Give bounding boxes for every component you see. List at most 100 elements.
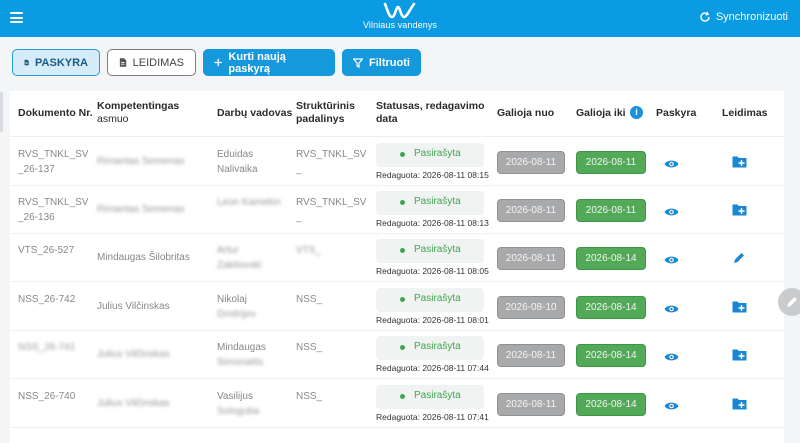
edit-leidimas-button[interactable]	[732, 251, 746, 270]
sync-button[interactable]: Synchronizuoti	[699, 11, 788, 23]
col-from[interactable]: Galioja nuo	[497, 107, 554, 120]
side-handle[interactable]	[0, 92, 3, 132]
status-dot	[400, 297, 405, 302]
col-paskyra: Paskyra	[656, 107, 697, 119]
document-icon	[119, 58, 127, 67]
col-unit[interactable]: Struktūrinis padalinys	[296, 100, 355, 126]
eye-icon	[664, 208, 679, 216]
add-leidimas-button[interactable]	[732, 348, 747, 366]
tab-paskyra-label: PASKYRA	[35, 56, 88, 69]
table-row[interactable]: NSS_26-741 Julius Vilčinskas Mindaugas Simo…	[10, 331, 784, 379]
edited-date: Redaguota: 2026-08-11 08:13	[376, 218, 489, 228]
manager-line1: Leon Kamekin	[217, 197, 281, 208]
valid-from-date: 2026-08-10	[497, 296, 565, 319]
doc-number: NSS_26-742	[18, 292, 75, 307]
col-person-line1: Kompetentingas	[97, 100, 180, 112]
unit-line1: NSS_	[296, 391, 323, 402]
manager-line2: Nalivaika	[217, 164, 258, 175]
logo-text: Vilniaus vandenys	[362, 20, 438, 30]
unit: NSS_	[296, 389, 322, 404]
table-row[interactable]: RVS_TNKL_SV _26-136 Rimantas Semenas Leon K…	[10, 186, 784, 234]
folder-add-icon	[732, 204, 747, 216]
manager-line1: Eduidas	[217, 149, 254, 160]
add-leidimas-button[interactable]	[732, 203, 747, 221]
add-leidimas-button[interactable]	[732, 155, 747, 173]
toolbar: PASKYRA LEIDIMAS Kurti naują paskyrą Fil…	[12, 49, 421, 76]
create-button-label: Kurti naują paskyrą	[228, 50, 286, 75]
competent-person: Rimantas Semenas	[97, 204, 185, 215]
eye-icon	[664, 305, 679, 313]
tab-leidimas[interactable]: LEIDIMAS	[107, 49, 196, 76]
status-dot	[400, 152, 405, 157]
manager-line1: Vasilijus	[217, 391, 253, 402]
view-paskyra-button[interactable]	[664, 156, 679, 174]
table-row[interactable]: VTS_26-527 Mindaugas Šilobritas Artur Zakit…	[10, 234, 784, 282]
col-to[interactable]: Galioja iki	[576, 107, 626, 120]
table-row[interactable]: NSS_26-742 Julius Vilčinskas Nikolaj Dmitri…	[10, 283, 784, 331]
view-paskyra-button[interactable]	[664, 204, 679, 222]
doc-number-line1: NSS_26-742	[18, 294, 76, 305]
eye-icon	[664, 256, 679, 264]
competent-person: Mindaugas Šilobritas	[97, 252, 190, 263]
info-icon[interactable]: i	[630, 106, 643, 119]
eye-icon	[664, 160, 679, 168]
status-text: Pasirašyta	[414, 293, 461, 304]
eye-icon	[664, 402, 679, 410]
unit-line2: _	[296, 212, 302, 223]
tab-leidimas-label: LEIDIMAS	[132, 56, 184, 69]
status-dot	[400, 394, 405, 399]
create-button[interactable]: Kurti naują paskyrą	[203, 49, 335, 76]
edited-date: Redaguota: 2026-08-11 08:01	[376, 315, 489, 325]
floating-edit-button[interactable]	[778, 288, 800, 316]
add-leidimas-button[interactable]	[732, 300, 747, 318]
doc-number-line1: RVS_TNKL_SV	[18, 149, 89, 160]
valid-from-date: 2026-08-11	[497, 199, 565, 222]
status-badge: Pasirašyta	[376, 385, 484, 409]
col-unit-line2: padalinys	[296, 113, 345, 125]
col-leidimas: Leidimas	[722, 107, 768, 119]
doc-number: NSS_26-740	[18, 389, 75, 404]
competent-person: Julius Vilčinskas	[97, 301, 170, 312]
status-badge: Pasirašyta	[376, 288, 484, 312]
valid-to-date: 2026-08-14	[576, 393, 646, 416]
folder-add-icon	[732, 349, 747, 361]
col-doc[interactable]: Dokumento Nr.	[18, 107, 93, 120]
sync-icon	[700, 11, 710, 22]
status-text: Pasirašyta	[414, 341, 461, 352]
view-paskyra-button[interactable]	[664, 398, 679, 416]
valid-from-date: 2026-08-11	[497, 247, 565, 270]
filter-button-label: Filtruoti	[369, 56, 410, 69]
manager-line1: Artur	[217, 245, 239, 256]
unit-line1: RVS_TNKL_SV	[296, 149, 367, 160]
status-badge: Pasirašyta	[376, 336, 484, 360]
status-badge: Pasirašyta	[376, 191, 484, 215]
tab-paskyra[interactable]: PASKYRA	[12, 49, 100, 76]
view-paskyra-button[interactable]	[664, 301, 679, 319]
competent-person: Julius Vilčinskas	[97, 398, 170, 409]
pencil-icon	[787, 297, 797, 307]
valid-to-date: 2026-08-14	[576, 296, 646, 319]
col-manager[interactable]: Darbų vadovas	[217, 107, 292, 120]
valid-from-date: 2026-08-11	[497, 393, 565, 416]
status-badge: Pasirašyta	[376, 143, 484, 167]
col-status-line1: Statusas, redagavimo	[376, 100, 485, 112]
status-text: Pasirašyta	[414, 244, 461, 255]
table-row[interactable]: RVS_TNKL_SV _26-137 Rimantas Semenas Eduida…	[10, 138, 784, 186]
folder-add-icon	[732, 398, 747, 410]
status-badge: Pasirašyta	[376, 239, 484, 263]
pencil-icon	[734, 253, 744, 263]
unit: RVS_TNKL_SV _	[296, 195, 366, 225]
view-paskyra-button[interactable]	[664, 252, 679, 270]
table-row[interactable]: NSS_26-740 Julius Vilčinskas Vasilijus Solo…	[10, 380, 784, 428]
col-status[interactable]: Statusas, redagavimo data	[376, 100, 485, 126]
eye-icon	[664, 353, 679, 361]
unit: NSS_	[296, 292, 322, 307]
edited-date: Redaguota: 2026-08-11 08:15	[376, 170, 489, 180]
edited-date: Redaguota: 2026-08-11 08:05	[376, 266, 489, 276]
menu-icon[interactable]	[10, 12, 23, 23]
manager: Eduidas Nalivaika	[217, 147, 258, 177]
view-paskyra-button[interactable]	[664, 349, 679, 367]
col-person[interactable]: Kompetentingas asmuo	[97, 100, 179, 126]
add-leidimas-button[interactable]	[732, 397, 747, 415]
filter-button[interactable]: Filtruoti	[342, 49, 421, 76]
